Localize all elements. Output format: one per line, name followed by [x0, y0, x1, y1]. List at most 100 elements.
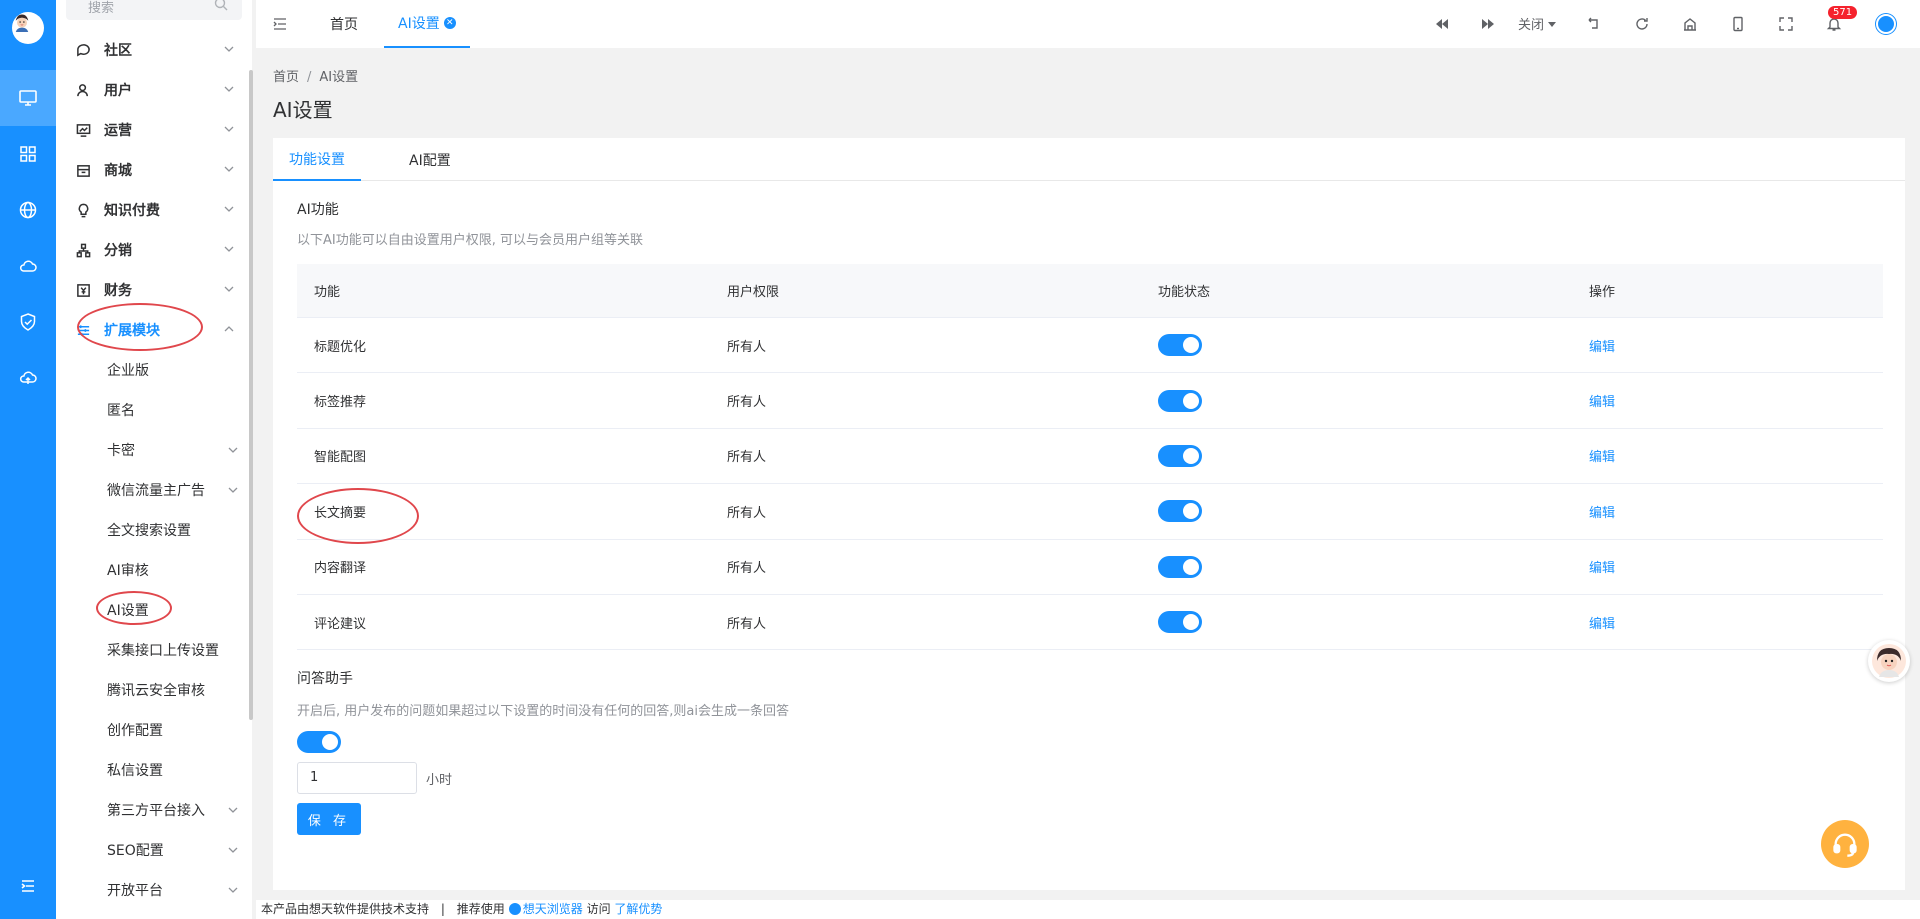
fast-forward-icon[interactable] [1480, 16, 1496, 32]
footer: 本产品由想天软件提供技术支持 | 推荐使用 想天浏览器 访问 了解优势 [256, 900, 1920, 919]
feature-toggle[interactable] [1158, 334, 1202, 357]
learn-more-link[interactable]: 了解优势 [614, 902, 662, 916]
menu-item-community[interactable]: 社区 [74, 30, 236, 70]
submenu-item-seo[interactable]: SEO配置 [107, 830, 242, 870]
action-cell: 编辑 [1589, 557, 1615, 576]
browser-link[interactable]: 想天浏览器 [523, 902, 583, 916]
close-tab-icon[interactable]: ✕ [443, 17, 456, 29]
submenu-item-private-message[interactable]: 私信设置 [107, 750, 242, 790]
user-icon [74, 81, 92, 99]
chevron-down-icon [224, 86, 234, 92]
menu-item-distribution[interactable]: 分销 [74, 230, 236, 270]
menu-collapse-icon[interactable] [0, 858, 56, 914]
submenu-item-open-platform[interactable]: 开放平台 [107, 870, 242, 910]
edit-link[interactable]: 编辑 [1589, 506, 1615, 521]
user-avatar-top[interactable] [1876, 14, 1896, 34]
submenu-item-ai-settings[interactable]: AI设置 [107, 590, 242, 630]
bulb-icon [74, 201, 92, 219]
feature-status-cell [1158, 389, 1589, 412]
menu-item-shop[interactable]: 商城 [74, 150, 236, 190]
globe-icon[interactable] [0, 182, 56, 238]
tab-ai-settings[interactable]: AI设置 ✕ [384, 0, 470, 48]
monitor-icon[interactable] [0, 70, 56, 126]
submenu-item-collect-upload[interactable]: 采集接口上传设置 [107, 630, 242, 670]
finance-icon [74, 281, 92, 299]
submenu-item-wechat-ads[interactable]: 微信流量主广告 [107, 470, 242, 510]
refresh-icon[interactable] [1634, 16, 1650, 32]
sidebar-scrollbar[interactable] [249, 70, 253, 720]
feature-toggle[interactable] [1158, 444, 1202, 467]
footer-support-text: 本产品由想天软件提供技术支持 [261, 902, 430, 916]
action-cell: 编辑 [1589, 502, 1615, 521]
tab-home[interactable]: 首页 [330, 0, 358, 48]
search-input[interactable]: 搜索 [66, 0, 242, 20]
feature-status-cell [1158, 444, 1589, 467]
menu-item-knowledge-pay[interactable]: 知识付费 [74, 190, 236, 230]
fullscreen-icon[interactable] [1778, 16, 1794, 32]
column-header: 用户权限 [727, 285, 780, 300]
save-button[interactable]: 保 存 [297, 803, 361, 835]
tab-ai-config[interactable]: AI配置 [409, 138, 451, 181]
submenu-item-third-party[interactable]: 第三方平台接入 [107, 790, 242, 830]
feature-permission: 所有人 [727, 395, 767, 411]
submenu-label: 微信流量主广告 [107, 483, 205, 499]
browser-logo-icon [508, 903, 521, 915]
submenu-item-fulltext-search[interactable]: 全文搜索设置 [107, 510, 242, 550]
edit-link[interactable]: 编辑 [1589, 450, 1615, 465]
mobile-icon[interactable] [1730, 16, 1746, 32]
submenu-item-creation-config[interactable]: 创作配置 [107, 710, 242, 750]
close-label: 关闭 [1518, 18, 1545, 33]
menu-label: 知识付费 [104, 203, 160, 219]
feature-toggle[interactable] [1158, 500, 1202, 523]
edit-link[interactable]: 编辑 [1589, 617, 1615, 632]
assistant-avatar[interactable] [1868, 640, 1910, 682]
submenu-item-card-key[interactable]: 卡密 [107, 430, 242, 470]
page-title: AI设置 [273, 98, 333, 122]
hours-unit: 小时 [426, 773, 453, 788]
menu-label: 扩展模块 [104, 323, 160, 339]
rewind-icon[interactable] [1434, 16, 1450, 32]
tab-label: 首页 [330, 17, 358, 33]
close-dropdown[interactable]: 关闭 [1518, 14, 1557, 33]
chevron-up-icon [224, 326, 234, 332]
edit-link[interactable]: 编辑 [1589, 395, 1615, 410]
submenu-item-anonymous[interactable]: 匿名 [107, 390, 242, 430]
org-icon [74, 241, 92, 259]
submenu-item-enterprise[interactable]: 企业版 [107, 350, 242, 390]
feature-name: 智能配图 [314, 450, 367, 466]
chevron-down-icon [228, 887, 238, 893]
feature-permission: 所有人 [727, 505, 767, 521]
column-header: 功能状态 [1158, 285, 1211, 300]
edit-link[interactable]: 编辑 [1589, 340, 1615, 355]
feature-toggle[interactable] [1158, 555, 1202, 578]
feature-toggle[interactable] [1158, 611, 1202, 634]
grid-icon[interactable] [0, 126, 56, 182]
home-building-icon[interactable] [1682, 16, 1698, 32]
cloud-icon[interactable] [0, 238, 56, 294]
customer-support-button[interactable] [1821, 820, 1869, 868]
table-row: 内容翻译 所有人 编辑 [297, 540, 1883, 595]
action-cell: 编辑 [1589, 336, 1615, 355]
qa-toggle[interactable] [297, 731, 341, 753]
hours-input[interactable]: 1 [297, 762, 417, 794]
menu-item-operations[interactable]: 运营 [74, 110, 236, 150]
menu-item-finance[interactable]: 财务 [74, 270, 236, 310]
edit-link[interactable]: 编辑 [1589, 561, 1615, 576]
cloud-upload-icon[interactable] [0, 350, 56, 406]
chevron-down-icon [224, 286, 234, 292]
chevron-down-icon [228, 447, 238, 453]
submenu-item-ai-review[interactable]: AI审核 [107, 550, 242, 590]
menu-item-users[interactable]: 用户 [74, 70, 236, 110]
submenu-item-tencent-review[interactable]: 腾讯云安全审核 [107, 670, 242, 710]
user-avatar[interactable] [12, 12, 44, 44]
collapse-menu-icon[interactable] [272, 16, 288, 32]
tab-label: AI设置 [398, 16, 440, 32]
breadcrumb-separator: / [307, 70, 312, 85]
tab-feature-settings[interactable]: 功能设置 [273, 138, 361, 181]
feature-toggle[interactable] [1158, 389, 1202, 412]
shield-icon[interactable] [0, 294, 56, 350]
breadcrumb-home[interactable]: 首页 [273, 70, 299, 85]
menu-item-extensions[interactable]: 扩展模块 [74, 310, 236, 350]
tab-label: AI配置 [409, 152, 451, 169]
back-icon[interactable] [1586, 16, 1602, 32]
